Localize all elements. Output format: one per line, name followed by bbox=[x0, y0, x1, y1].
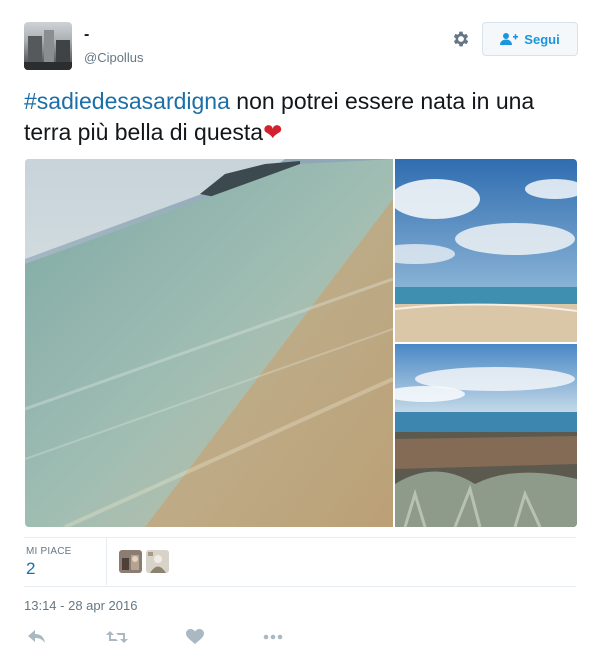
avatar[interactable] bbox=[146, 550, 169, 573]
reply-icon[interactable] bbox=[24, 624, 50, 650]
likes-stat[interactable]: MI PIACE 2 bbox=[24, 538, 107, 585]
likers-avatars bbox=[119, 550, 169, 573]
add-user-icon bbox=[500, 33, 519, 45]
tweet-actions bbox=[24, 624, 324, 654]
follow-label: Segui bbox=[524, 31, 560, 47]
media-grid bbox=[25, 159, 577, 527]
heart-emoji: ❤ bbox=[263, 119, 283, 145]
more-icon[interactable] bbox=[260, 624, 286, 650]
coast-photo-hills[interactable] bbox=[395, 344, 577, 527]
gear-icon[interactable] bbox=[450, 28, 472, 50]
tweet-text: #sadiedesasardigna non potrei essere nat… bbox=[24, 86, 574, 148]
likes-count[interactable]: 2 bbox=[26, 559, 35, 579]
avatar[interactable] bbox=[24, 22, 72, 70]
likes-label: MI PIACE bbox=[26, 546, 72, 557]
tweet-header: - @Cipollus Segui bbox=[24, 22, 578, 72]
hashtag-link[interactable]: #sadiedesasardigna bbox=[24, 88, 230, 114]
like-icon[interactable] bbox=[182, 624, 208, 650]
tweet-timestamp[interactable]: 13:14 - 28 apr 2016 bbox=[24, 598, 137, 613]
follow-button[interactable]: Segui bbox=[482, 22, 578, 56]
beach-photo-sky[interactable] bbox=[395, 159, 577, 342]
display-name[interactable]: - bbox=[84, 26, 89, 44]
tweet-stats: MI PIACE 2 bbox=[24, 537, 576, 587]
avatar[interactable] bbox=[119, 550, 142, 573]
retweet-icon[interactable] bbox=[104, 624, 130, 650]
user-handle[interactable]: @Cipollus bbox=[84, 50, 143, 65]
beach-photo-main[interactable] bbox=[25, 159, 393, 527]
